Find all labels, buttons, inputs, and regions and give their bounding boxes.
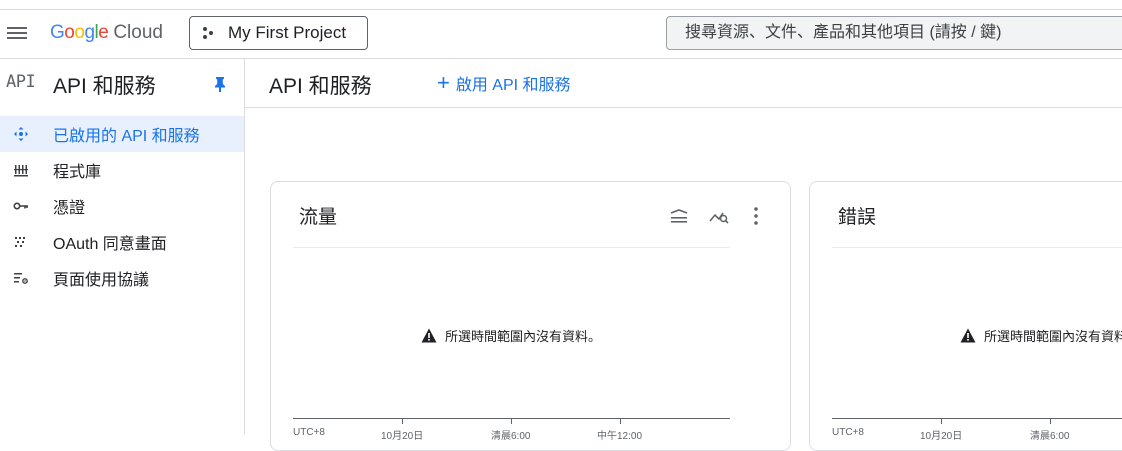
traffic-card: 流量 所選時間範圍內沒有資料。 UTC+8 10月20日 清晨6:00 中午12… bbox=[270, 181, 791, 451]
menu-icon[interactable] bbox=[7, 24, 27, 44]
logo-cloud-text: Cloud bbox=[113, 22, 163, 43]
no-data-notice: 所選時間範圍內沒有資料。 bbox=[960, 326, 1122, 345]
diamond-arrows-icon bbox=[14, 127, 28, 141]
axis-tick bbox=[1050, 418, 1051, 424]
dotted-consent-icon bbox=[15, 237, 25, 247]
axis-tick-label: UTC+8 bbox=[293, 427, 325, 438]
sidebar-item-enabled-apis[interactable]: 已啟用的 API 和服務 bbox=[0, 116, 244, 152]
no-data-message: 所選時間範圍內沒有資料。 bbox=[984, 329, 1122, 344]
top-edge bbox=[0, 0, 1122, 10]
sidebar-nav: 已啟用的 API 和服務 程式庫 憑證 OAuth 同意畫面 頁面使用協議 bbox=[0, 116, 244, 296]
search-box[interactable] bbox=[666, 16, 1122, 50]
search-input[interactable] bbox=[667, 17, 1122, 49]
card-divider bbox=[293, 247, 730, 248]
api-icon: API bbox=[6, 72, 36, 92]
sidebar-item-label: 已啟用的 API 和服務 bbox=[53, 128, 200, 145]
axis-tick bbox=[941, 418, 942, 424]
plus-icon: + bbox=[437, 70, 450, 95]
axis-tick-label: 10月20日 bbox=[381, 431, 424, 442]
main-content: API 和服務 + 啟用 API 和服務 流量 所選時間範圍內沒有資料。 UTC… bbox=[245, 59, 1122, 451]
axis-tick bbox=[511, 418, 512, 424]
project-dots-icon bbox=[203, 26, 217, 40]
card-title: 錯誤 bbox=[838, 207, 877, 228]
pin-icon[interactable] bbox=[213, 76, 227, 92]
warning-icon bbox=[421, 328, 437, 343]
project-picker-button[interactable]: My First Project bbox=[189, 16, 368, 50]
axis-tick-label: 10月20日 bbox=[920, 431, 963, 442]
google-cloud-logo[interactable]: Google Cloud bbox=[50, 22, 163, 44]
project-name: My First Project bbox=[228, 23, 347, 42]
axis-tick bbox=[402, 418, 403, 424]
card-title: 流量 bbox=[299, 207, 338, 228]
list-settings-icon bbox=[14, 273, 28, 284]
top-app-bar: Google Cloud My First Project bbox=[0, 10, 1122, 59]
sidebar: API API 和服務 已啟用的 API 和服務 程式庫 憑證 OAuth 同意… bbox=[0, 59, 245, 434]
axis-tick-label: UTC+8 bbox=[832, 427, 864, 438]
sidebar-title: API 和服務 bbox=[53, 75, 156, 98]
legend-toggle-icon[interactable] bbox=[668, 205, 690, 227]
sidebar-item-page-usage-agreements[interactable]: 頁面使用協議 bbox=[0, 260, 244, 296]
sidebar-item-credentials[interactable]: 憑證 bbox=[0, 188, 244, 224]
card-toolbar bbox=[668, 205, 768, 227]
axis-tick-label: 中午12:00 bbox=[597, 431, 643, 442]
key-icon bbox=[13, 202, 28, 210]
axis-tick-label: 清晨6:00 bbox=[491, 431, 531, 442]
sidebar-item-label: 頁面使用協議 bbox=[53, 272, 150, 289]
enable-apis-label: 啟用 API 和服務 bbox=[455, 77, 571, 94]
errors-card: 錯誤 所選時間範圍內沒有資料。 UTC+8 10月20日 清晨6:00 bbox=[809, 181, 1122, 451]
library-icon bbox=[14, 165, 28, 177]
warning-icon bbox=[960, 328, 976, 343]
chart-x-axis bbox=[832, 418, 1122, 419]
enable-apis-button[interactable]: + 啟用 API 和服務 bbox=[437, 71, 571, 95]
page-header: API 和服務 + 啟用 API 和服務 bbox=[245, 59, 1122, 108]
more-vert-icon[interactable] bbox=[745, 205, 767, 227]
no-data-message: 所選時間範圍內沒有資料。 bbox=[445, 329, 602, 344]
sidebar-item-label: OAuth 同意畫面 bbox=[53, 236, 167, 253]
no-data-notice: 所選時間範圍內沒有資料。 bbox=[421, 326, 601, 345]
sidebar-item-label: 憑證 bbox=[53, 200, 86, 217]
sidebar-item-library[interactable]: 程式庫 bbox=[0, 152, 244, 188]
sidebar-header: API API 和服務 bbox=[0, 59, 244, 107]
logo-google-wordmark: Google bbox=[50, 22, 109, 43]
sidebar-item-label: 程式庫 bbox=[53, 164, 102, 181]
axis-tick-label: 清晨6:00 bbox=[1030, 431, 1070, 442]
page-title: API 和服務 bbox=[269, 75, 372, 98]
sidebar-item-oauth-consent[interactable]: OAuth 同意畫面 bbox=[0, 224, 244, 260]
card-divider bbox=[832, 247, 1122, 248]
explore-chart-icon[interactable] bbox=[708, 205, 730, 227]
axis-tick bbox=[620, 418, 621, 424]
